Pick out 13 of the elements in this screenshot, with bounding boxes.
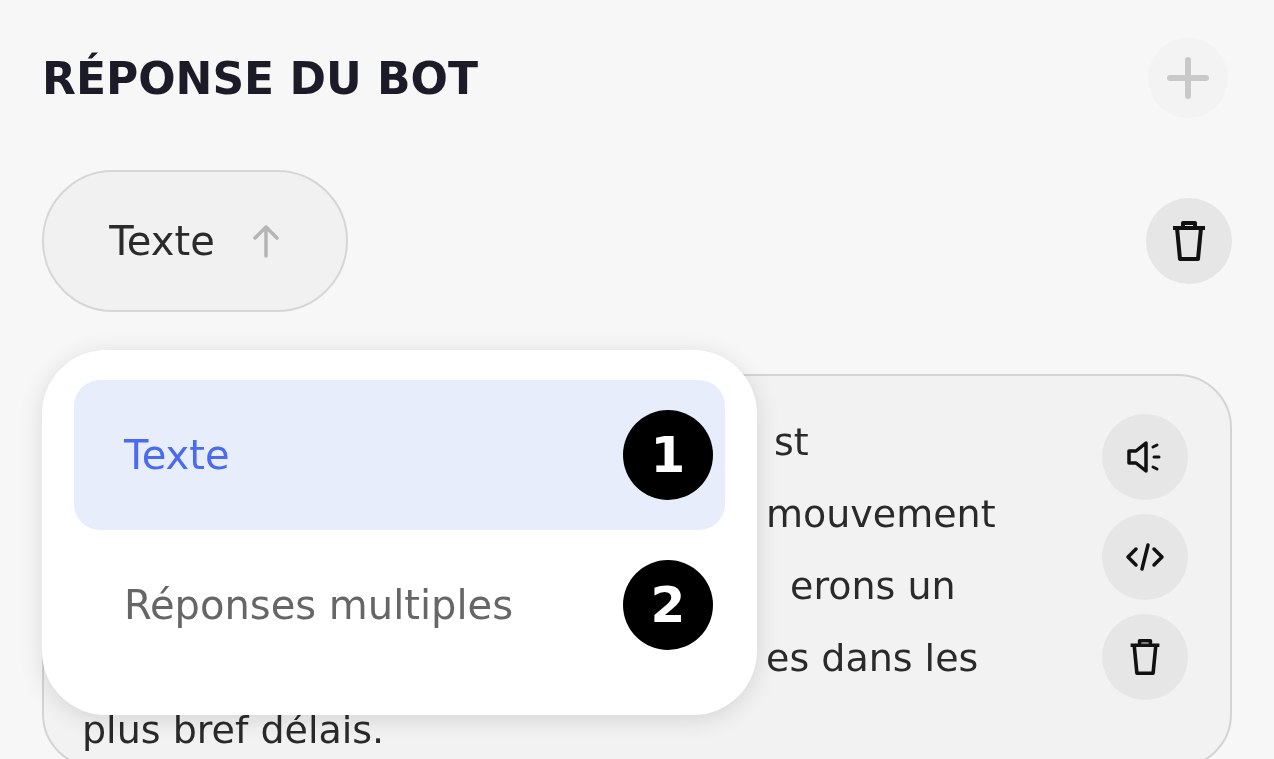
message-text: erons un (790, 563, 957, 610)
shortcut-badge: 1 (623, 410, 713, 500)
section-title: RÉPONSE DU BOT (42, 52, 478, 104)
type-dropdown[interactable]: Texte (42, 170, 348, 312)
message-text: es dans les (766, 635, 980, 682)
message-text: plus bref délais. (82, 707, 386, 754)
menu-item[interactable]: Réponses multiples (124, 582, 513, 628)
shortcut-badge: 2 (623, 560, 713, 650)
plus-icon (1166, 56, 1210, 100)
message-text: st (774, 419, 810, 466)
code-icon (1125, 542, 1165, 572)
message-text: mouvement (766, 491, 996, 538)
menu-item[interactable]: Texte (124, 432, 230, 478)
